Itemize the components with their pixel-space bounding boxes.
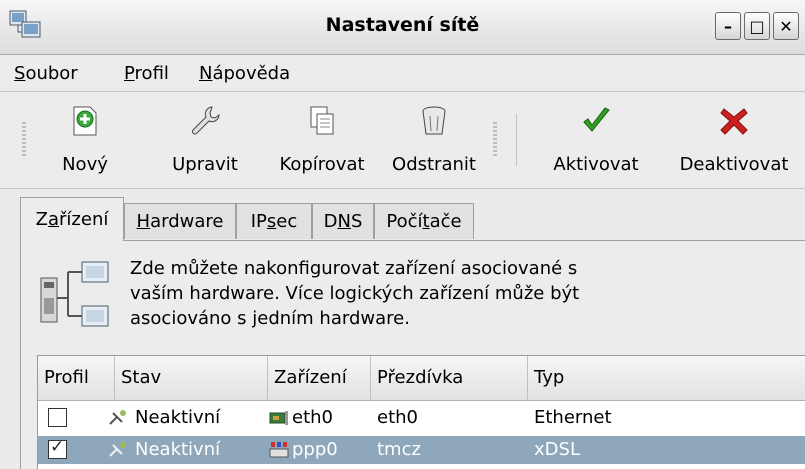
header-type[interactable]: Typ: [528, 356, 805, 400]
menu-profile[interactable]: Profil: [124, 63, 169, 84]
tab-hardware[interactable]: Hardware: [124, 203, 236, 239]
tab-ipsec-post: ec: [276, 211, 298, 232]
tab-ipsec-pre: IP: [250, 211, 267, 232]
header-device[interactable]: Zařízení: [268, 356, 371, 400]
tab-dns-pre: D: [323, 211, 338, 232]
red-x-icon: [720, 108, 748, 135]
tab-dns[interactable]: DNS: [312, 203, 374, 239]
info-line-2: vaším hardware. Více logických zařízení …: [130, 283, 580, 304]
modem-icon: [269, 442, 289, 458]
copy-label: Kopírovat: [279, 154, 365, 175]
activate-button[interactable]: Aktivovat: [543, 104, 649, 180]
tab-hosts-pre: Počí: [386, 211, 423, 232]
header-profile[interactable]: Profil: [38, 356, 115, 400]
tab-dns-post: S: [350, 211, 363, 232]
tab-hardware-accel: H: [136, 211, 151, 232]
tab-devices-post: řízení: [59, 209, 109, 230]
new-button[interactable]: Nový: [50, 104, 120, 180]
device-hardware-icon: [40, 261, 109, 327]
window-title: Nastavení sítě: [325, 14, 480, 36]
tab-hosts[interactable]: Počí t ače: [374, 203, 474, 239]
toolbar-grip-2[interactable]: [493, 122, 497, 156]
activate-label: Aktivovat: [553, 154, 639, 175]
menu-bar: Soubor Profil Nápověda: [0, 55, 805, 92]
toolbar: Nový Upravit Kopírovat Odstranit Aktivov…: [0, 92, 805, 189]
info-line-1: Zde můžete nakonfigurovat zařízení asoci…: [130, 258, 578, 279]
tab-devices-pre: Z: [35, 209, 48, 230]
new-icon: [73, 106, 97, 136]
tab-hardware-post: ardware: [150, 211, 224, 232]
tab-devices[interactable]: Za řízení: [20, 197, 124, 241]
tab-dns-accel: N: [337, 211, 351, 232]
delete-label: Odstranit: [392, 154, 476, 175]
ethernet-card-icon: [269, 411, 288, 425]
type-cell: Ethernet: [534, 407, 612, 428]
menu-help[interactable]: Nápověda: [199, 63, 290, 84]
new-label: Nový: [62, 154, 108, 175]
checkmark-icon: [583, 107, 610, 132]
close-button[interactable]: ✕: [773, 12, 799, 40]
deactivate-label: Deaktivovat: [679, 154, 789, 175]
title-bar: Nastavení sítě – □ ✕: [0, 0, 805, 55]
deactivate-button[interactable]: Deaktivovat: [672, 104, 796, 180]
trash-icon: [422, 106, 446, 135]
menu-help-label: ápověda: [212, 63, 291, 84]
menu-file-label: oubor: [25, 63, 78, 84]
tab-ipsec-accel: s: [266, 211, 277, 232]
info-line-3: asociováno s jedním hardware.: [130, 308, 410, 329]
maximize-button[interactable]: □: [744, 12, 770, 40]
edit-button[interactable]: Upravit: [160, 104, 250, 180]
info-text: Zde můžete nakonfigurovat zařízení asoci…: [130, 256, 730, 331]
nickname-cell: tmcz: [377, 439, 421, 460]
wrench-icon: [192, 106, 220, 135]
devices-table: Profil Stav Zařízení Přezdívka Typ Neakt…: [37, 355, 805, 469]
inactive-status-icon: [109, 442, 126, 457]
type-cell: xDSL: [534, 439, 580, 460]
header-nickname[interactable]: Přezdívka: [371, 356, 528, 400]
tab-ipsec[interactable]: IP s ec: [236, 203, 312, 239]
profile-checkbox[interactable]: [48, 408, 67, 427]
status-cell: Neaktivní: [135, 439, 221, 460]
table-header: Profil Stav Zařízení Přezdívka Typ: [38, 356, 805, 401]
header-status[interactable]: Stav: [115, 356, 268, 400]
toolbar-grip[interactable]: [22, 122, 26, 156]
tab-hosts-accel: t: [422, 211, 430, 232]
menu-file[interactable]: Soubor: [14, 63, 78, 84]
toolbar-separator: [516, 114, 517, 166]
device-cell: ppp0: [292, 439, 338, 460]
minimize-button[interactable]: –: [715, 12, 741, 40]
profile-checkbox-checked[interactable]: [48, 437, 67, 459]
menu-profile-label: rofil: [134, 63, 169, 84]
menu-file-accel: S: [14, 63, 26, 84]
copy-icon: [310, 106, 334, 135]
inactive-status-icon: [109, 410, 126, 425]
copy-button[interactable]: Kopírovat: [266, 104, 378, 180]
delete-button[interactable]: Odstranit: [382, 104, 486, 180]
edit-label: Upravit: [172, 154, 238, 175]
menu-profile-accel: P: [124, 63, 135, 84]
tab-devices-accel: a: [47, 209, 60, 230]
table-row-selected[interactable]: Neaktivní ppp0 tmcz xDSL: [38, 436, 805, 464]
status-cell: Neaktivní: [135, 407, 221, 428]
nickname-cell: eth0: [377, 407, 418, 428]
device-cell: eth0: [292, 407, 333, 428]
menu-help-accel: N: [199, 63, 213, 84]
table-row[interactable]: Neaktivní eth0 eth0 Ethernet: [38, 404, 805, 432]
tab-hosts-post: ače: [429, 211, 462, 232]
